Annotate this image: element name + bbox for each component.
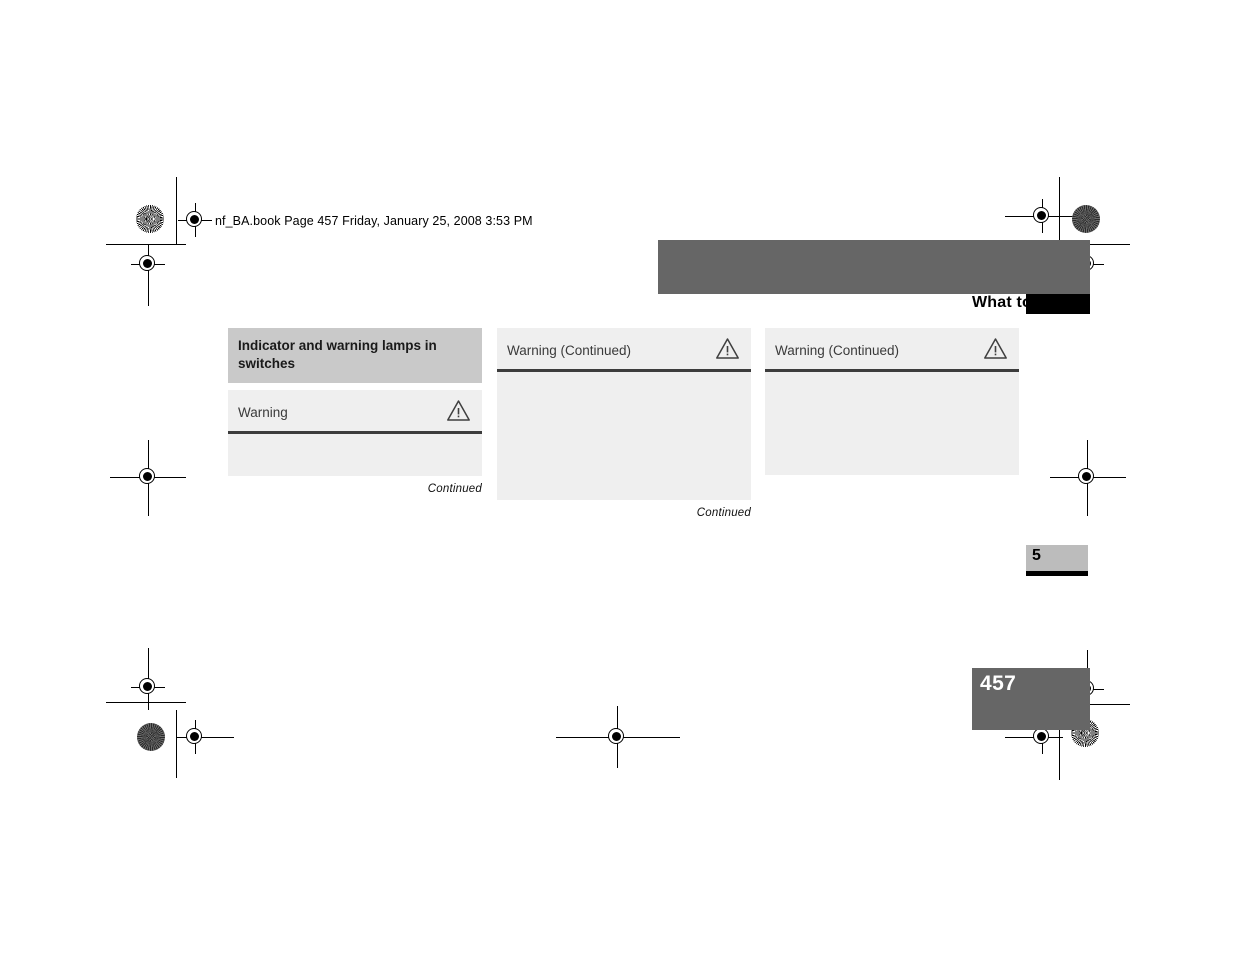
registration-target-icon xyxy=(131,670,165,704)
registration-target-icon xyxy=(600,720,634,754)
chapter-number: 5 xyxy=(1032,547,1041,564)
chapter-title: Practical hints xyxy=(1018,926,1153,947)
warning-triangle-icon xyxy=(446,399,471,422)
page-number-block: 457 xyxy=(972,668,1090,730)
chapter-thumb-index: 5 xyxy=(1026,545,1088,576)
warning-box-header: Warning (Continued) xyxy=(497,328,751,372)
crop-line-upper-left-horizontal xyxy=(106,244,186,245)
chapter-header-bar xyxy=(658,240,1090,294)
content-column: Warning (Continued) xyxy=(765,328,1019,475)
registration-target-icon xyxy=(178,203,212,237)
section-tab-marker xyxy=(1026,294,1090,314)
chapter-thumb-rule xyxy=(1026,571,1088,576)
warning-box-label: Warning (Continued) xyxy=(507,343,632,358)
registration-target-icon xyxy=(131,460,165,494)
registration-target-icon xyxy=(131,247,165,281)
crop-line-left-vertical xyxy=(176,177,177,245)
warning-triangle-icon xyxy=(983,337,1008,360)
warning-box: Warning (Continued) xyxy=(497,328,751,500)
content-column: Indicator and warning lamps in switches … xyxy=(228,328,482,495)
page-number: 457 xyxy=(980,672,1017,695)
halftone-star-target-light xyxy=(136,205,164,233)
registration-target-icon xyxy=(178,720,212,754)
warning-box: Warning (Continued) xyxy=(765,328,1019,475)
crop-line-right-vertical xyxy=(1059,177,1060,245)
registration-target-icon xyxy=(1070,460,1104,494)
warning-box-body xyxy=(228,434,482,477)
continued-note: Continued xyxy=(427,483,482,496)
warning-box-header: Warning (Continued) xyxy=(765,328,1019,372)
halftone-star-target-dark xyxy=(137,723,165,751)
content-column: Warning (Continued) Continued xyxy=(497,328,751,519)
crop-line-bottom-left-vertical xyxy=(176,710,177,778)
warning-box-body xyxy=(765,372,1019,475)
warning-box: Warning xyxy=(228,390,482,477)
warning-box-body xyxy=(497,372,751,500)
warning-box-label: Warning xyxy=(238,405,288,421)
document-page: nf_BA.book Page 457 Friday, January 25, … xyxy=(0,0,1235,954)
section-box-title: Indicator and warning lamps in switches xyxy=(228,328,482,384)
halftone-star-target-dark xyxy=(1072,205,1100,233)
warning-box-label: Warning (Continued) xyxy=(775,343,900,358)
file-info-line: nf_BA.book Page 457 Friday, January 25, … xyxy=(215,214,533,228)
warning-triangle-icon xyxy=(715,337,740,360)
warning-box-header: Warning xyxy=(228,390,482,435)
registration-target-icon xyxy=(1025,199,1059,233)
continued-note: Continued xyxy=(696,507,751,519)
